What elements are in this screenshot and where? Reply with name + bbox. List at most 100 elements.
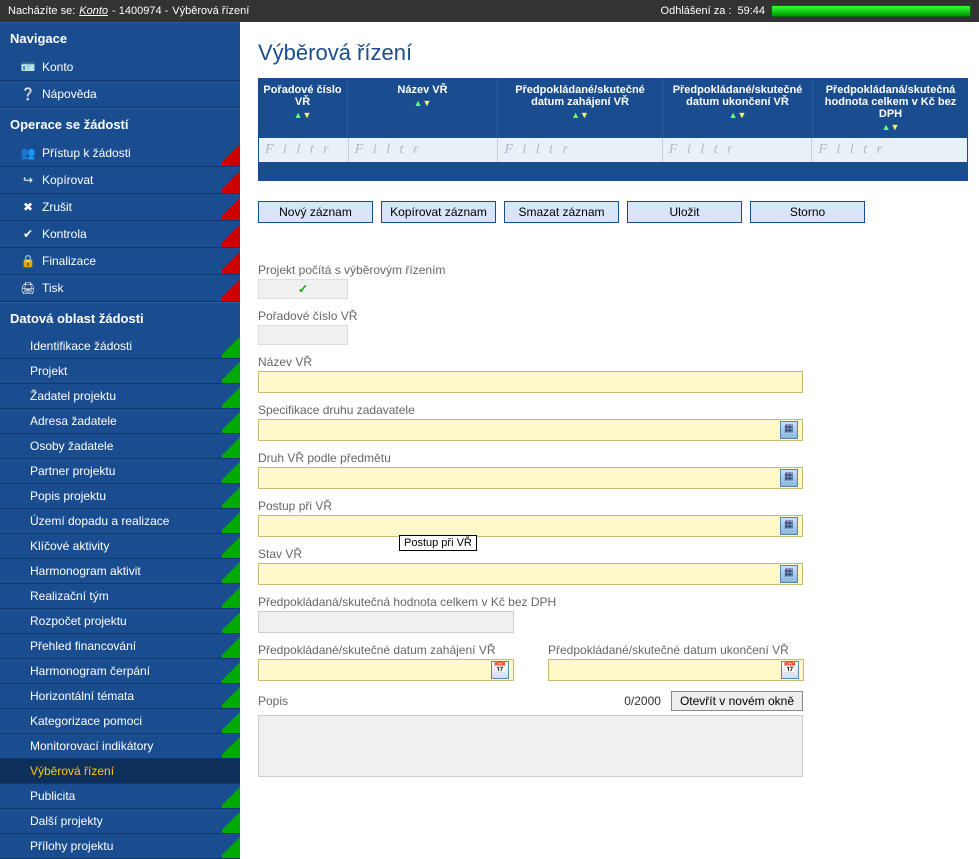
cancel-button[interactable]: Storno: [750, 201, 865, 223]
popis-label: Popis: [258, 694, 288, 708]
picker-icon[interactable]: [780, 517, 798, 535]
spec-input[interactable]: [258, 419, 803, 441]
status-mark-icon: [222, 221, 240, 247]
sidebar-item[interactable]: ↪Kopírovat: [0, 167, 240, 194]
sidebar-item[interactable]: Realizační tým: [0, 584, 240, 609]
copy-record-button[interactable]: Kopírovat záznam: [381, 201, 496, 223]
calendar-icon[interactable]: [491, 661, 509, 679]
sidebar-item[interactable]: Přehled financování: [0, 634, 240, 659]
status-mark-icon: [222, 809, 240, 833]
logout-label: Odhlášení za :: [661, 5, 732, 17]
grid-col-poradove[interactable]: Pořadové číslo VŘ▲▼: [258, 78, 348, 138]
datum-ukon-input[interactable]: [548, 659, 804, 681]
sidebar-item-label: Výběrová řízení: [30, 764, 114, 778]
sidebar-item-label: Projekt: [30, 364, 67, 378]
menu-icon: ✖: [20, 199, 36, 215]
sidebar-item[interactable]: Výběrová řízení: [0, 759, 240, 784]
data-grid: Pořadové číslo VŘ▲▼ Název VŘ▲▼ Předpoklá…: [258, 78, 968, 181]
filter-input-5[interactable]: F i l t r: [812, 138, 967, 162]
sidebar-item[interactable]: Osoby žadatele: [0, 434, 240, 459]
sidebar-item[interactable]: Monitorovací indikátory: [0, 734, 240, 759]
sidebar-item-label: Publicita: [30, 789, 75, 803]
sidebar-item[interactable]: ✖Zrušit: [0, 194, 240, 221]
sidebar-item[interactable]: Adresa žadatele: [0, 409, 240, 434]
sidebar-item[interactable]: ✔Kontrola: [0, 221, 240, 248]
grid-col-nazev[interactable]: Název VŘ▲▼: [348, 78, 498, 138]
sidebar-item[interactable]: Žadatel projektu: [0, 384, 240, 409]
sidebar-item[interactable]: 👥Přístup k žádosti: [0, 140, 240, 167]
sidebar-item[interactable]: ❔Nápověda: [0, 81, 240, 108]
sidebar-item[interactable]: Partner projektu: [0, 459, 240, 484]
sidebar-item[interactable]: Území dopadu a realizace: [0, 509, 240, 534]
stav-input[interactable]: [258, 563, 803, 585]
nav-section-title: Navigace: [0, 22, 240, 54]
filter-input-3[interactable]: F i l t r: [498, 138, 663, 162]
sidebar-item[interactable]: Popis projektu: [0, 484, 240, 509]
filter-input-4[interactable]: F i l t r: [663, 138, 813, 162]
sidebar-item[interactable]: 🪪Konto: [0, 54, 240, 81]
sidebar-item[interactable]: Další projekty: [0, 809, 240, 834]
sidebar-item[interactable]: Identifikace žádosti: [0, 334, 240, 359]
sidebar-item[interactable]: Harmonogram aktivit: [0, 559, 240, 584]
sidebar-item[interactable]: Klíčové aktivity: [0, 534, 240, 559]
filter-input-2[interactable]: F i l t r: [349, 138, 499, 162]
druh-input[interactable]: [258, 467, 803, 489]
grid-col-zahajeni[interactable]: Předpokládané/skutečné datum zahájení VŘ…: [498, 78, 663, 138]
picker-icon[interactable]: [780, 469, 798, 487]
sidebar-item-label: Monitorovací indikátory: [30, 739, 153, 753]
sidebar-item[interactable]: 🖨Tisk: [0, 275, 240, 302]
menu-icon: 🔒: [20, 253, 36, 269]
picker-icon[interactable]: [780, 565, 798, 583]
action-toolbar: Nový záznam Kopírovat záznam Smazat zázn…: [258, 201, 969, 223]
menu-icon: ❔: [20, 86, 36, 102]
nazev-input[interactable]: [258, 371, 803, 393]
breadcrumb-id: - 1400974 -: [112, 5, 168, 17]
spec-label: Specifikace druhu zadavatele: [258, 403, 969, 417]
grid-col-ukonceni[interactable]: Předpokládané/skutečné datum ukončení VŘ…: [663, 78, 813, 138]
postup-input[interactable]: Postup při VŘ: [258, 515, 803, 537]
sidebar-item-label: Přístup k žádosti: [42, 146, 131, 160]
sidebar-item-label: Další projekty: [30, 814, 103, 828]
proj-check-label: Projekt počítá s výběrovým řízením: [258, 263, 969, 277]
page-title: Výběrová řízení: [258, 40, 969, 66]
status-mark-icon: [222, 459, 240, 483]
grid-col-hodnota[interactable]: Předpokládaná/skutečná hodnota celkem v …: [813, 78, 968, 138]
sidebar-item[interactable]: Přílohy projektu: [0, 834, 240, 859]
sidebar-item-label: Osoby žadatele: [30, 439, 113, 453]
status-mark-icon: [222, 784, 240, 808]
open-new-window-button[interactable]: Otevřít v novém okně: [671, 691, 803, 711]
sidebar-item-label: Harmonogram aktivit: [30, 564, 141, 578]
druh-label: Druh VŘ podle předmětu: [258, 451, 969, 465]
sidebar-item[interactable]: Projekt: [0, 359, 240, 384]
datum-zah-input[interactable]: [258, 659, 514, 681]
sidebar-item[interactable]: Kategorizace pomoci: [0, 709, 240, 734]
filter-input-1[interactable]: F i l t r: [259, 138, 349, 162]
sidebar-item[interactable]: Rozpočet projektu: [0, 609, 240, 634]
proj-check-value[interactable]: ✓: [258, 279, 348, 299]
sidebar-item-label: Realizační tým: [30, 589, 109, 603]
sidebar-item-label: Identifikace žádosti: [30, 339, 132, 353]
save-button[interactable]: Uložit: [627, 201, 742, 223]
sidebar-item[interactable]: Horizontální témata: [0, 684, 240, 709]
sidebar-item-label: Popis projektu: [30, 489, 106, 503]
sidebar-item[interactable]: Harmonogram čerpání: [0, 659, 240, 684]
grid-empty: [258, 163, 968, 181]
calendar-icon[interactable]: [781, 661, 799, 679]
logout-time: 59:44: [737, 5, 765, 17]
sidebar-item-label: Partner projektu: [30, 464, 115, 478]
sidebar-item[interactable]: 🔒Finalizace: [0, 248, 240, 275]
konto-link[interactable]: Konto: [79, 5, 108, 17]
popis-textarea[interactable]: [258, 715, 803, 777]
hodnota-input[interactable]: [258, 611, 514, 633]
menu-icon: 🖨: [20, 280, 36, 296]
main-content: Výběrová řízení Pořadové číslo VŘ▲▼ Náze…: [240, 22, 979, 859]
popis-counter: 0/2000: [624, 694, 661, 708]
poradove-label: Pořadové číslo VŘ: [258, 309, 969, 323]
delete-record-button[interactable]: Smazat záznam: [504, 201, 619, 223]
data-section-title: Datová oblast žádosti: [0, 302, 240, 334]
sidebar-item[interactable]: Publicita: [0, 784, 240, 809]
new-record-button[interactable]: Nový záznam: [258, 201, 373, 223]
status-mark-icon: [222, 194, 240, 220]
nazev-label: Název VŘ: [258, 355, 969, 369]
picker-icon[interactable]: [780, 421, 798, 439]
